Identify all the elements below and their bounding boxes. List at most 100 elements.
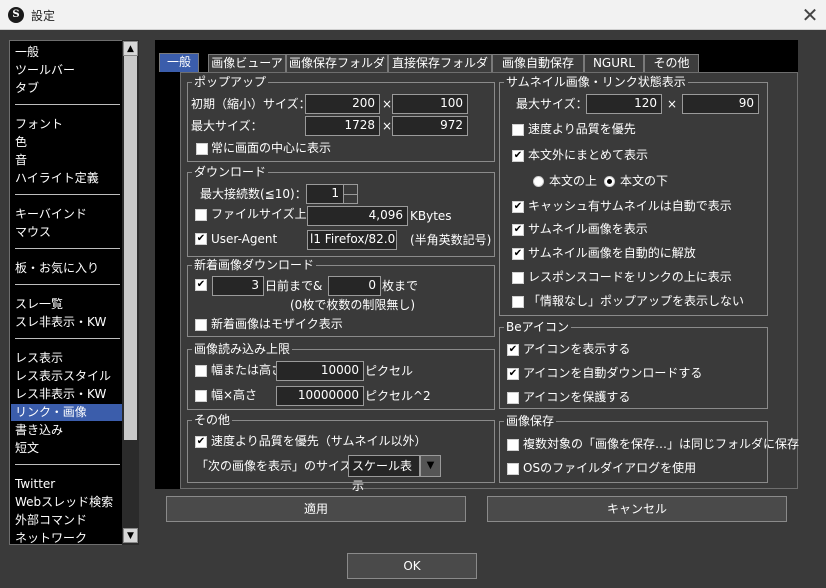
same-folder-checkbox[interactable] xyxy=(507,439,519,451)
nav-item[interactable]: レス非表示・KW xyxy=(15,386,106,403)
days-field[interactable]: 3 xyxy=(212,276,264,296)
nav-item[interactable]: 音 xyxy=(15,152,27,169)
area-limit-field[interactable]: 10000000 xyxy=(276,386,364,406)
other-group-title: その他 xyxy=(192,412,233,428)
cache-checkbox[interactable]: ✔ xyxy=(512,201,524,213)
wh-limit-unit: ピクセル xyxy=(365,364,414,378)
nav-item[interactable]: Webスレッド検索 xyxy=(15,494,113,511)
nav-item[interactable]: キーバインド xyxy=(15,206,87,223)
user-agent-checkbox[interactable]: ✔ xyxy=(195,233,207,245)
os-dialog-checkbox[interactable] xyxy=(507,463,519,475)
area-limit-checkbox[interactable] xyxy=(195,390,207,402)
thumb-height-field[interactable]: 90 xyxy=(682,94,759,114)
thumb-max-size-label: 最大サイズ： xyxy=(516,97,588,111)
tab[interactable]: その他 xyxy=(644,54,699,72)
wh-limit-checkbox[interactable] xyxy=(195,365,207,377)
nav-item[interactable]: リンク・画像 xyxy=(11,404,123,421)
tab[interactable]: 直接保存フォルダ xyxy=(388,54,492,72)
nav-item[interactable]: レス表示 xyxy=(15,350,63,367)
wh-limit-field[interactable]: 10000 xyxy=(276,361,364,381)
area-limit-unit: ピクセル^2 xyxy=(365,389,431,403)
days-checkbox[interactable]: ✔ xyxy=(195,279,207,291)
radio-body-top[interactable] xyxy=(533,176,544,187)
nav-item[interactable]: 短文 xyxy=(15,440,39,457)
count-field[interactable]: 0 xyxy=(328,276,381,296)
days-suffix: 日前まで xyxy=(265,279,314,293)
nav-item[interactable]: 一般 xyxy=(15,44,39,61)
tab[interactable]: NGURL xyxy=(584,54,644,72)
tab[interactable]: 画像保存フォルダ xyxy=(286,54,388,72)
initial-size-label: 初期（縮小）サイズ： xyxy=(191,97,311,111)
apply-button[interactable]: 適用 xyxy=(166,496,466,522)
no-info-checkbox[interactable] xyxy=(512,296,524,308)
user-agent-field[interactable]: l1 Firefox/82.0 xyxy=(307,230,397,250)
load-limit-group-title: 画像読み込み上限 xyxy=(192,341,293,357)
nav-item[interactable]: ネットワーク xyxy=(15,530,87,544)
download-group-title: ダウンロード xyxy=(192,164,269,180)
auto-open-checkbox[interactable]: ✔ xyxy=(512,248,524,260)
show-thumb-checkbox[interactable]: ✔ xyxy=(512,224,524,236)
next-size-label: 「次の画像を表示」のサイズ： xyxy=(196,459,364,473)
count-suffix: 枚まで xyxy=(382,279,419,293)
filesize-field[interactable]: 4,096 xyxy=(307,206,408,226)
be-autodl-checkbox[interactable]: ✔ xyxy=(507,368,519,380)
nav-item[interactable]: スレ非表示・KW xyxy=(15,314,106,331)
center-checkbox[interactable] xyxy=(196,143,208,155)
initial-width-field[interactable]: 200 xyxy=(305,94,380,114)
user-agent-label: User-Agent xyxy=(211,232,278,246)
max-height-field[interactable]: 972 xyxy=(392,116,468,136)
ok-button[interactable]: OK xyxy=(347,553,477,579)
be-protect-checkbox[interactable] xyxy=(507,392,519,404)
max-connections-spinner[interactable] xyxy=(344,184,358,204)
initial-height-field[interactable]: 100 xyxy=(392,94,468,114)
nav-item[interactable]: 書き込み xyxy=(15,422,63,439)
times-sign: × xyxy=(382,119,393,133)
thumb-width-field[interactable]: 120 xyxy=(586,94,662,114)
scroll-down-icon[interactable]: ▼ xyxy=(123,528,138,543)
scroll-up-icon[interactable]: ▲ xyxy=(123,41,138,56)
tab[interactable]: 画像ビューア xyxy=(208,54,286,72)
count-note: (0枚で枚数の制限無し) xyxy=(290,298,415,312)
nav-item[interactable]: レス表示スタイル xyxy=(15,368,111,385)
outside-body-checkbox[interactable]: ✔ xyxy=(512,150,524,162)
be-autodl-label: アイコンを自動ダウンロードする xyxy=(523,366,703,380)
nav-item[interactable]: 板・お気に入り xyxy=(15,260,99,277)
nav-item[interactable]: 外部コマンド xyxy=(15,512,87,529)
nav-item[interactable]: タブ xyxy=(15,80,39,97)
popup-group-title: ポップアップ xyxy=(192,74,269,90)
chevron-down-icon[interactable]: ▼ xyxy=(420,455,441,477)
new-images-group-title: 新着画像ダウンロード xyxy=(192,257,317,273)
filesize-checkbox[interactable] xyxy=(195,209,207,221)
resp-code-checkbox[interactable] xyxy=(512,272,524,284)
image-save-group-title: 画像保存 xyxy=(504,413,557,429)
nav-item[interactable]: ツールバー xyxy=(15,62,75,79)
times-sign: × xyxy=(382,97,393,111)
close-icon[interactable]: ✕ xyxy=(796,2,824,28)
max-width-field[interactable]: 1728 xyxy=(305,116,380,136)
thumb-quality-checkbox[interactable] xyxy=(512,124,524,136)
max-size-label: 最大サイズ： xyxy=(191,119,263,133)
next-size-select[interactable]: スケール表示 xyxy=(348,455,420,493)
cancel-button[interactable]: キャンセル xyxy=(487,496,787,522)
max-connections-field[interactable]: 1 xyxy=(306,184,344,204)
nav-divider xyxy=(15,338,120,339)
tab[interactable]: 一般 xyxy=(159,53,199,72)
nav-item[interactable]: 色 xyxy=(15,134,27,151)
tab[interactable]: 画像自動保存 xyxy=(492,54,584,72)
nav-item[interactable]: ハイライト定義 xyxy=(15,170,99,187)
quality-checkbox[interactable]: ✔ xyxy=(195,436,207,448)
quality-label: 速度より品質を優先（サムネイル以外） xyxy=(211,434,427,448)
same-folder-label: 複数対象の「画像を保存…」は同じフォルダに保存 xyxy=(523,437,800,451)
nav-scroll-thumb[interactable] xyxy=(124,56,137,440)
be-show-checkbox[interactable]: ✔ xyxy=(507,344,519,356)
nav-item[interactable]: フォント xyxy=(15,116,63,133)
radio-body-bottom[interactable] xyxy=(604,176,615,187)
mosaic-checkbox[interactable] xyxy=(195,319,207,331)
nav-item[interactable]: マウス xyxy=(15,224,51,241)
app-icon: S xyxy=(8,7,24,23)
nav-item[interactable]: スレ一覧 xyxy=(15,296,63,313)
nav-divider xyxy=(15,464,120,465)
mosaic-label: 新着画像はモザイク表示 xyxy=(211,317,343,331)
nav-item[interactable]: Twitter xyxy=(15,476,55,493)
wh-limit-label: 幅または高さ xyxy=(211,363,284,377)
